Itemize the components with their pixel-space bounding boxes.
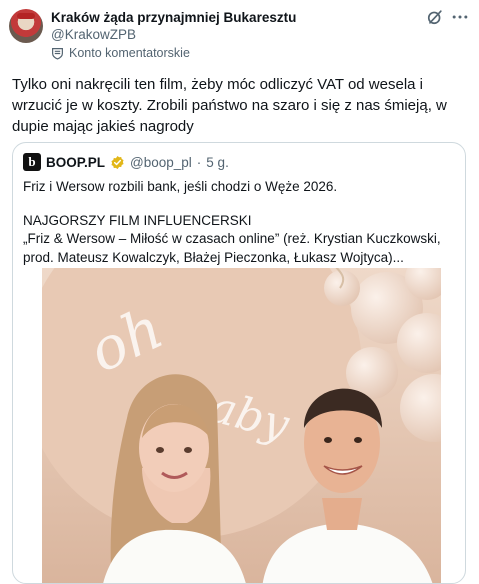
author-avatar[interactable] [9,9,43,43]
meta-separator: · [196,154,202,170]
quoted-author-name[interactable]: BOOP.PL [46,155,105,170]
quoted-tweet-text: Friz i Wersow rozbili bank, jeśli chodzi… [23,178,455,267]
account-type-label: Konto komentatorskie [69,46,190,60]
tweet-text: Tylko oni nakręcili ten film, żeby móc o… [12,76,447,135]
quoted-text-line: Friz i Wersow rozbili bank, jeśli chodzi… [23,179,338,194]
quoted-text-line: „Friz & Wersow – Miłość w czasach online… [23,231,441,265]
photo-illustration: oh baby [42,268,441,583]
account-type-row: Konto komentatorskie [51,44,190,62]
quoted-tweet-photo[interactable]: oh baby [42,268,441,583]
verified-gold-icon [111,155,124,169]
quoted-tweet[interactable]: b BOOP.PL @boop_pl · 5 g. Friz i Wersow … [12,142,466,584]
author-name[interactable]: Kraków żąda przynajmniej Bukaresztu [51,10,296,25]
boop-logo[interactable]: b [23,153,41,171]
quoted-tweet-header: b BOOP.PL @boop_pl · 5 g. [23,152,229,172]
quoted-author-handle[interactable]: @boop_pl [130,155,192,170]
tweet[interactable]: Kraków żąda przynajmniej Bukaresztu @Kra… [0,0,479,584]
quoted-timestamp[interactable]: 5 g. [206,155,229,170]
more-icon[interactable] [450,7,470,27]
grok-icon[interactable] [425,7,445,27]
quoted-text-line: NAJGORSZY FILM INFLUENCERSKI [23,212,252,228]
author-handle[interactable]: @KrakowZPB [51,27,136,42]
badge-icon [52,47,63,60]
